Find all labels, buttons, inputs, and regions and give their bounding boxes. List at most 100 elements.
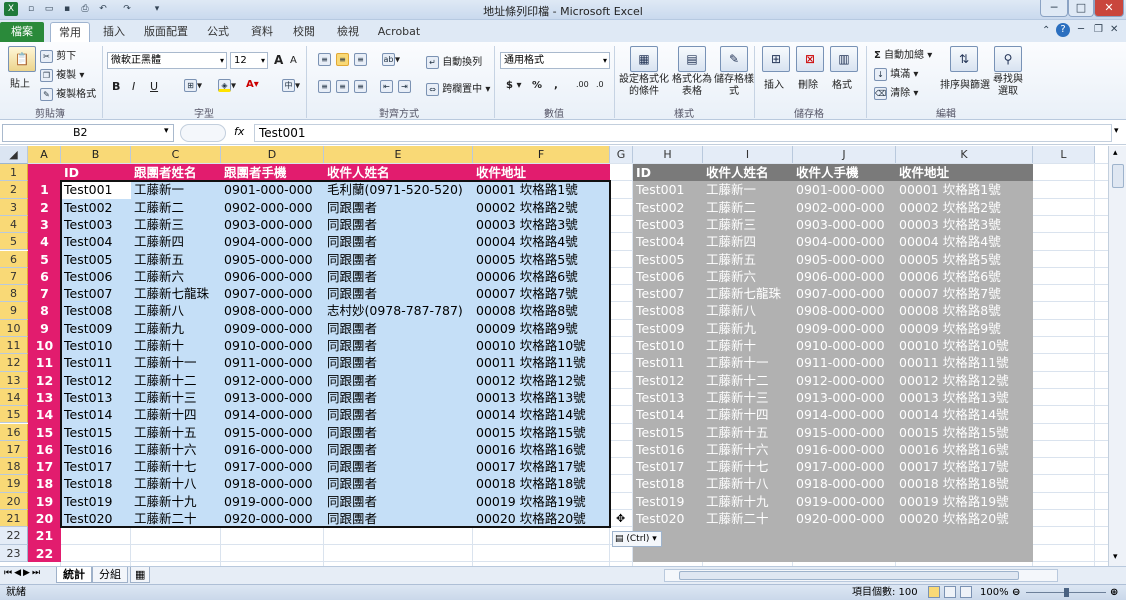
format-painter-button[interactable]: ✎ 複製格式 xyxy=(40,85,96,101)
font-color-icon[interactable]: A▾ xyxy=(246,79,259,90)
tab-file[interactable]: 檔案 xyxy=(0,22,44,42)
left-header-cell[interactable]: 跟團者姓名 xyxy=(131,164,221,181)
left-header-cell[interactable]: 收件地址 xyxy=(473,164,610,181)
row-header[interactable]: 7 xyxy=(0,267,28,286)
data-cell[interactable]: Test001 xyxy=(633,181,703,198)
data-cell[interactable]: 00020 坎格路20號 xyxy=(896,510,1033,527)
conditional-format-button[interactable]: 設定格式化的條件 xyxy=(618,74,670,98)
left-header-cell[interactable]: ID xyxy=(61,164,131,181)
formula-input[interactable]: Test001 xyxy=(254,124,1112,142)
row-header[interactable]: 9 xyxy=(0,302,28,320)
align-left-icon[interactable]: ≡ xyxy=(318,80,331,93)
format-as-table-button[interactable]: 格式化為表格 xyxy=(670,74,714,98)
data-cell[interactable]: 00007 坎格路7號 xyxy=(896,285,1033,302)
data-cell[interactable]: 工藤新十九 xyxy=(703,493,793,510)
left-header-cell[interactable]: 跟團者手機 xyxy=(221,164,324,181)
sheet-tab-stats[interactable]: 統計 xyxy=(56,567,92,583)
data-cell[interactable]: Test011 xyxy=(633,354,703,371)
sort-filter-icon[interactable]: ⇅ xyxy=(950,46,978,72)
data-cell[interactable]: Test013 xyxy=(633,389,703,406)
data-cell[interactable]: 0911-000-000 xyxy=(793,354,896,371)
index-cell[interactable]: 11 xyxy=(28,354,61,371)
data-cell[interactable]: 0918-000-000 xyxy=(793,475,896,492)
row-header[interactable]: 12 xyxy=(0,354,28,372)
row-header[interactable]: 4 xyxy=(0,215,28,234)
insert-cells-button[interactable]: 插入 xyxy=(764,76,784,91)
column-header-col-l[interactable]: L xyxy=(1033,146,1095,164)
data-cell[interactable]: 0914-000-000 xyxy=(793,406,896,423)
paste-button[interactable]: 貼上 xyxy=(10,75,30,90)
row-header[interactable]: 11 xyxy=(0,337,28,355)
data-cell[interactable]: 工藤新八 xyxy=(703,302,793,319)
row-header[interactable]: 21 xyxy=(0,510,28,528)
zoom-slider-thumb[interactable] xyxy=(1064,588,1069,597)
index-cell[interactable]: 20 xyxy=(28,510,61,527)
index-cell[interactable]: 5 xyxy=(28,251,61,268)
tab-view[interactable]: 檢視 xyxy=(330,22,366,42)
data-cell[interactable]: Test006 xyxy=(633,268,703,285)
index-cell[interactable]: 8 xyxy=(28,302,61,319)
data-cell[interactable]: Test018 xyxy=(633,475,703,492)
paste-options-button[interactable]: ▤ (Ctrl) ▾ xyxy=(612,531,662,548)
phonetic-icon[interactable]: 中 ▾ xyxy=(282,79,300,92)
right-header-cell[interactable]: ID xyxy=(633,164,703,181)
insert-cells-icon[interactable]: ⊞ xyxy=(762,46,790,72)
data-cell[interactable]: 工藤新十四 xyxy=(703,406,793,423)
data-cell[interactable]: 工藤新一 xyxy=(703,181,793,198)
autosum-button[interactable]: Σ 自動加總 ▾ xyxy=(874,46,932,61)
data-cell[interactable]: 00010 坎格路10號 xyxy=(896,337,1033,354)
data-cell[interactable]: Test002 xyxy=(633,199,703,216)
row-header[interactable]: 15 xyxy=(0,406,28,424)
data-cell[interactable]: 0913-000-000 xyxy=(793,389,896,406)
tab-home[interactable]: 常用 xyxy=(50,22,90,42)
select-all-corner[interactable]: ◢ xyxy=(0,146,28,164)
column-header-col-a[interactable]: A xyxy=(28,146,61,164)
row-header[interactable]: 13 xyxy=(0,371,28,389)
data-cell[interactable]: 00014 坎格路14號 xyxy=(896,406,1033,423)
row-header[interactable]: 23 xyxy=(0,544,28,562)
data-cell[interactable]: 00016 坎格路16號 xyxy=(896,441,1033,458)
tab-formulas[interactable]: 公式 xyxy=(200,22,236,42)
data-cell[interactable]: 00006 坎格路6號 xyxy=(896,268,1033,285)
vertical-scrollbar[interactable]: ▴ ▾ xyxy=(1108,146,1126,566)
format-cells-button[interactable]: 格式 xyxy=(832,76,852,91)
index-cell[interactable]: 18 xyxy=(28,475,61,492)
data-cell[interactable]: 0902-000-000 xyxy=(793,199,896,216)
increase-indent-icon[interactable]: ⇥ xyxy=(398,80,411,93)
number-format-combo[interactable]: 通用格式 ▾ xyxy=(500,52,610,69)
index-cell[interactable]: 19 xyxy=(28,493,61,510)
borders-icon[interactable]: ⊞ ▾ xyxy=(184,79,202,92)
row-header[interactable]: 19 xyxy=(0,475,28,493)
data-cell[interactable]: Test014 xyxy=(633,406,703,423)
row-header[interactable]: 22 xyxy=(0,527,28,545)
merge-center-button[interactable]: ⇔ 跨欄置中 ▾ xyxy=(426,80,490,96)
data-cell[interactable]: 工藤新三 xyxy=(703,216,793,233)
data-cell[interactable]: 00012 坎格路12號 xyxy=(896,372,1033,389)
tab-insert[interactable]: 插入 xyxy=(98,22,130,42)
cell-styles-button[interactable]: 儲存格樣式 xyxy=(714,74,754,98)
fill-button[interactable]: ↓ 填滿 ▾ xyxy=(874,65,918,81)
data-cell[interactable]: 工藤新十五 xyxy=(703,424,793,441)
data-cell[interactable]: Test017 xyxy=(633,458,703,475)
font-name-combo[interactable]: 微軟正黑體 ▾ xyxy=(107,52,227,69)
copy-button[interactable]: ❐ 複製 ▾ xyxy=(40,66,84,82)
index-cell[interactable]: 14 xyxy=(28,406,61,423)
data-cell[interactable]: Test005 xyxy=(633,251,703,268)
data-cell[interactable]: 00003 坎格路3號 xyxy=(896,216,1033,233)
page-break-view-icon[interactable] xyxy=(960,586,972,598)
row-header[interactable]: 3 xyxy=(0,198,28,216)
data-cell[interactable]: Test012 xyxy=(633,372,703,389)
index-cell[interactable]: 6 xyxy=(28,268,61,285)
data-cell[interactable]: 00001 坎格路1號 xyxy=(896,181,1033,198)
fill-color-icon[interactable]: ◈ ▾ xyxy=(218,79,236,92)
data-cell[interactable]: Test009 xyxy=(633,320,703,337)
row-header[interactable]: 17 xyxy=(0,440,28,459)
data-cell[interactable]: Test016 xyxy=(633,441,703,458)
data-cell[interactable]: Test008 xyxy=(633,302,703,319)
data-cell[interactable]: 0908-000-000 xyxy=(793,302,896,319)
data-cell[interactable]: 工藤新二 xyxy=(703,199,793,216)
row-header[interactable]: 5 xyxy=(0,233,28,251)
align-center-icon[interactable]: ≡ xyxy=(336,80,349,93)
data-cell[interactable]: 工藤新四 xyxy=(703,233,793,250)
scroll-down-icon[interactable]: ▾ xyxy=(1113,552,1118,562)
